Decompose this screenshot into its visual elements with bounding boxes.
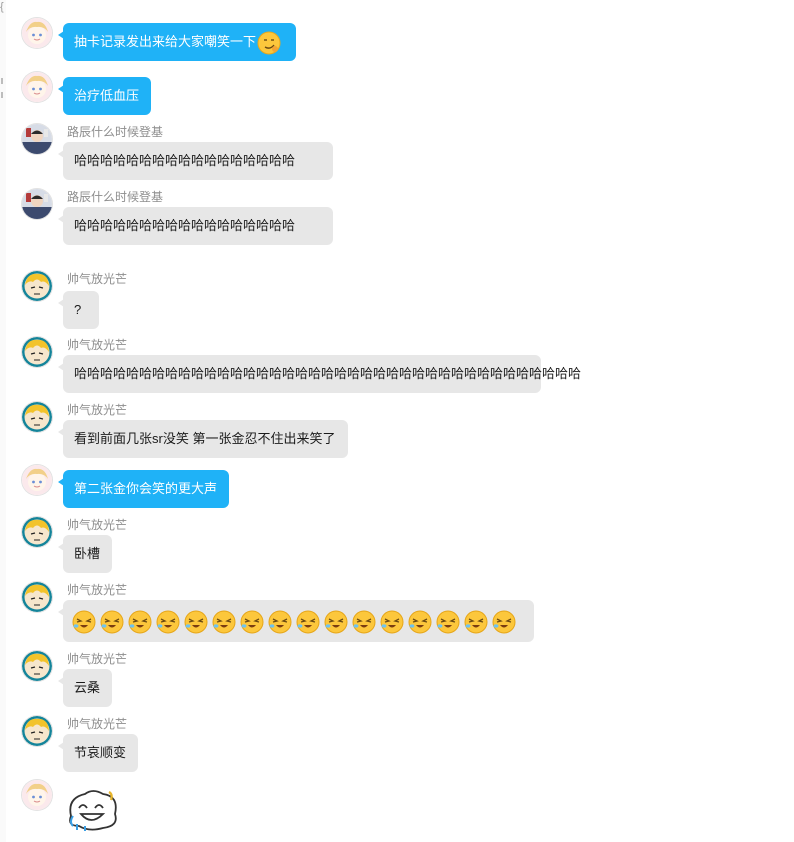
sender-name: 路辰什么时候登基 xyxy=(67,190,164,204)
user-avatar-shuaiqi[interactable] xyxy=(22,337,52,367)
user-avatar-shuaiqi[interactable] xyxy=(22,582,52,612)
message-bubble[interactable]: 治疗低血压 xyxy=(58,77,151,115)
laugh-cry-sneeze-icon xyxy=(464,610,488,634)
user-avatar-shuaiqi[interactable] xyxy=(22,271,52,301)
message-bubble[interactable]: 抽卡记录发出来给大家嘲笑一下 xyxy=(58,23,296,61)
laugh-cry-sneeze-icon xyxy=(324,610,348,634)
sender-name: 帅气放光芒 xyxy=(67,272,128,286)
message-bubble[interactable]: ? xyxy=(58,291,99,329)
laugh-cry-sneeze-icon xyxy=(100,610,124,634)
laugh-cry-sneeze-icon xyxy=(296,610,320,634)
message-bubble[interactable]: 哈哈哈哈哈哈哈哈哈哈哈哈哈哈哈哈哈哈哈哈哈哈哈哈哈哈哈哈哈哈哈哈哈哈哈哈哈哈哈 xyxy=(58,355,581,393)
edge-tick xyxy=(1,78,3,84)
user-avatar-shuaiqi[interactable] xyxy=(22,716,52,746)
self-avatar[interactable] xyxy=(22,780,52,810)
laughing-face-sticker[interactable] xyxy=(63,786,123,832)
laugh-cry-sneeze-icon xyxy=(408,610,432,634)
self-avatar[interactable] xyxy=(22,72,52,102)
edge-brace-glyph: { xyxy=(0,1,4,13)
laugh-cry-sneeze-icon xyxy=(352,610,376,634)
laugh-cry-sneeze-icon xyxy=(72,610,96,634)
message-text: 治疗低血压 xyxy=(74,88,140,103)
message-text: 哈哈哈哈哈哈哈哈哈哈哈哈哈哈哈哈哈哈哈哈哈哈哈哈哈哈哈哈哈哈哈哈哈哈哈哈哈哈哈 xyxy=(74,366,582,381)
laugh-cry-sneeze-icon xyxy=(492,610,516,634)
user-avatar-luchen[interactable] xyxy=(22,189,52,219)
laugh-cry-sneeze-icon xyxy=(212,610,236,634)
message-bubble[interactable]: 第二张金你会笑的更大声 xyxy=(58,470,229,508)
message-bubble[interactable]: 哈哈哈哈哈哈哈哈哈哈哈哈哈哈哈哈哈 xyxy=(58,207,333,245)
sender-name: 帅气放光芒 xyxy=(67,652,128,666)
sender-name: 帅气放光芒 xyxy=(67,583,128,597)
message-text: 哈哈哈哈哈哈哈哈哈哈哈哈哈哈哈哈哈 xyxy=(74,153,296,168)
user-avatar-shuaiqi[interactable] xyxy=(22,651,52,681)
laugh-cry-sneeze-icon xyxy=(240,610,264,634)
user-avatar-luchen[interactable] xyxy=(22,124,52,154)
sender-name: 帅气放光芒 xyxy=(67,403,128,417)
message-text: ? xyxy=(74,302,82,317)
message-bubble[interactable]: 卧槽 xyxy=(58,535,112,573)
message-text: 第二张金你会笑的更大声 xyxy=(74,481,218,496)
self-avatar[interactable] xyxy=(22,18,52,48)
self-avatar[interactable] xyxy=(22,465,52,495)
laugh-cry-sneeze-icon xyxy=(128,610,152,634)
message-text: 抽卡记录发出来给大家嘲笑一下 xyxy=(74,34,257,49)
message-bubble[interactable]: 云桑 xyxy=(58,669,112,707)
message-text: 哈哈哈哈哈哈哈哈哈哈哈哈哈哈哈哈哈 xyxy=(74,218,296,233)
message-text: 卧槽 xyxy=(74,546,101,561)
sender-name: 帅气放光芒 xyxy=(67,518,128,532)
laugh-cry-sneeze-icon xyxy=(156,610,180,634)
sender-name: 帅气放光芒 xyxy=(67,338,128,352)
left-window-edge: { xyxy=(0,0,6,842)
edge-tick xyxy=(1,92,3,98)
message-text: 云桑 xyxy=(74,680,101,695)
smirk-emoji-icon xyxy=(257,31,281,55)
sender-name: 路辰什么时候登基 xyxy=(67,125,164,139)
laugh-cry-sneeze-icon xyxy=(184,610,208,634)
laugh-cry-sneeze-icon xyxy=(268,610,292,634)
message-bubble[interactable]: 哈哈哈哈哈哈哈哈哈哈哈哈哈哈哈哈哈 xyxy=(58,142,333,180)
user-avatar-shuaiqi[interactable] xyxy=(22,517,52,547)
message-bubble[interactable] xyxy=(58,600,534,642)
message-text: 看到前面几张sr没笑 第一张金忍不住出来笑了 xyxy=(74,431,336,446)
message-text: 节哀顺变 xyxy=(74,745,127,760)
message-bubble[interactable]: 看到前面几张sr没笑 第一张金忍不住出来笑了 xyxy=(58,420,348,458)
laugh-cry-sneeze-icon xyxy=(380,610,404,634)
message-bubble[interactable]: 节哀顺变 xyxy=(58,734,138,772)
laugh-cry-sneeze-icon xyxy=(436,610,460,634)
emoji-row xyxy=(72,610,516,634)
user-avatar-shuaiqi[interactable] xyxy=(22,402,52,432)
sender-name: 帅气放光芒 xyxy=(67,717,128,731)
